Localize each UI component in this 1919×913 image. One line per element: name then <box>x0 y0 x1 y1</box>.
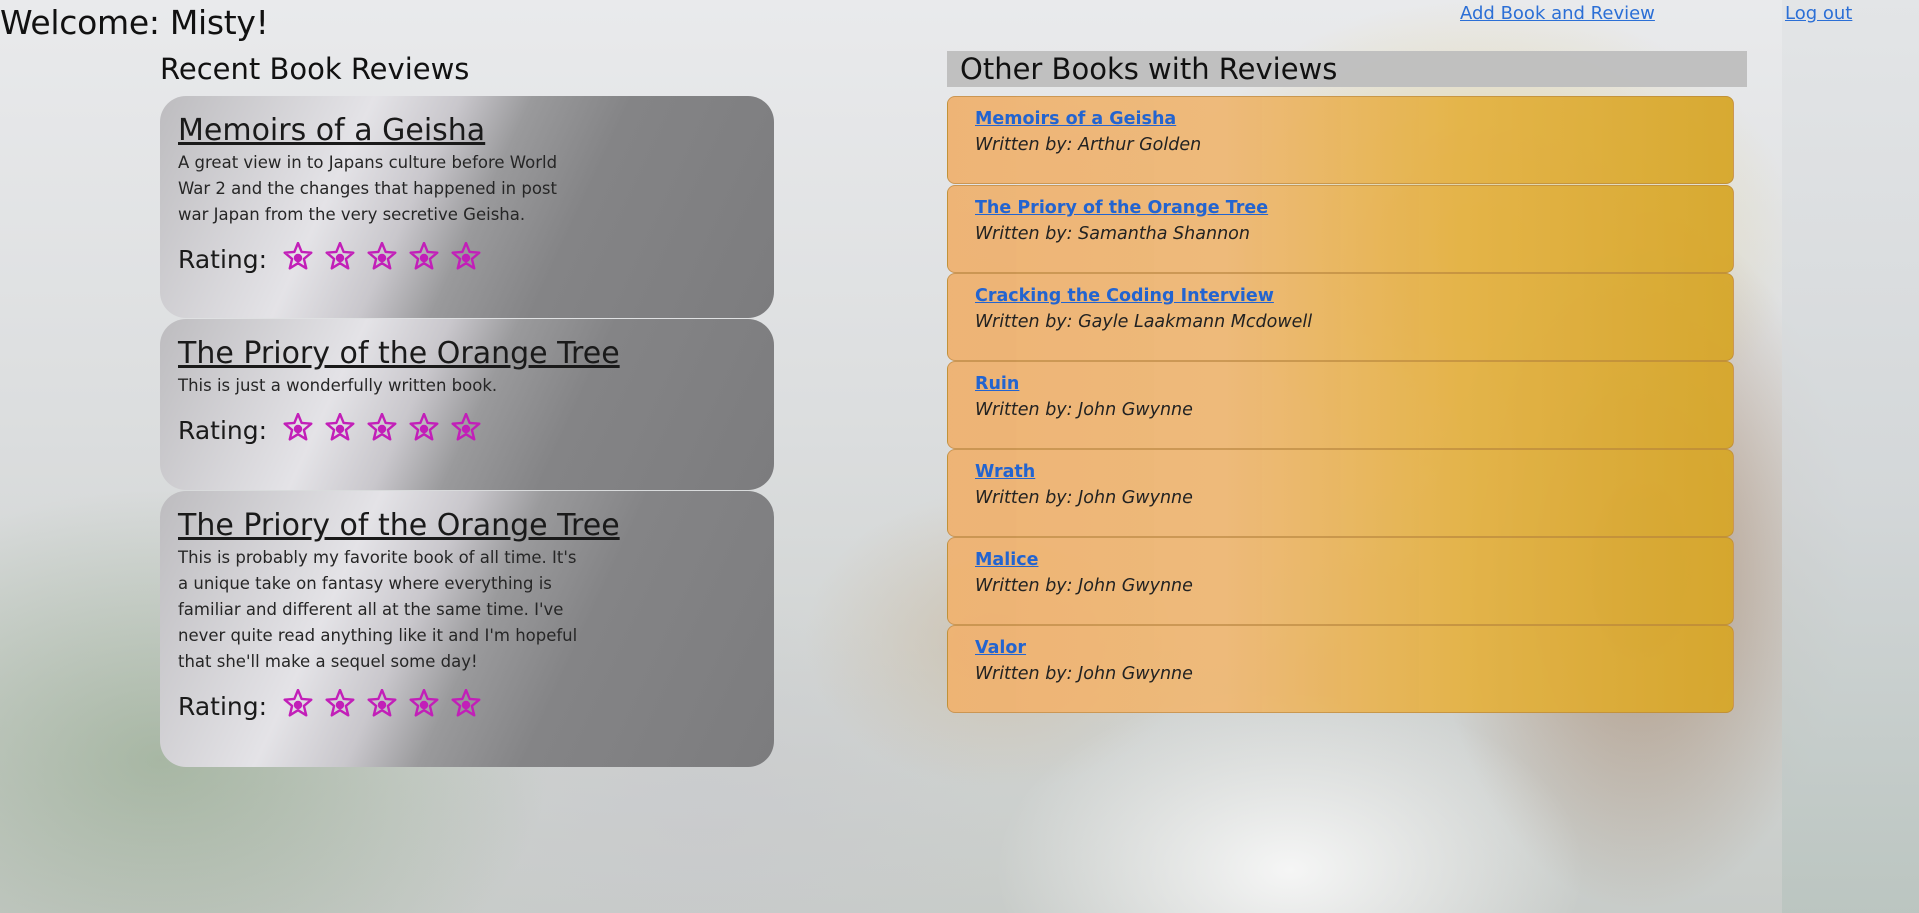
book-list-item: The Priory of the Orange Tree Written by… <box>947 185 1734 273</box>
rating-row: Rating: <box>178 688 756 723</box>
book-title-link[interactable]: Ruin <box>975 372 1733 396</box>
star-icon <box>367 241 397 272</box>
rating-label: Rating: <box>178 415 268 445</box>
welcome-heading: Welcome: Misty! <box>0 3 269 42</box>
star-icon <box>451 412 481 443</box>
other-books-title: Other Books with Reviews <box>960 52 1338 86</box>
review-card: The Priory of the Orange Tree This is ju… <box>160 319 774 490</box>
star-icon <box>325 688 355 719</box>
book-title-link[interactable]: Malice <box>975 548 1733 572</box>
book-title-link[interactable]: Memoirs of a Geisha <box>975 107 1733 131</box>
review-book-title[interactable]: The Priory of the Orange Tree <box>178 509 756 543</box>
background-photo-edge <box>1782 0 1919 913</box>
star-icon <box>283 241 313 272</box>
book-list-item: Wrath Written by: John Gwynne <box>947 449 1734 537</box>
star-icon <box>325 412 355 443</box>
star-icon <box>409 412 439 443</box>
review-card: Memoirs of a Geisha A great view in to J… <box>160 96 774 318</box>
review-book-title[interactable]: Memoirs of a Geisha <box>178 114 756 148</box>
star-icon <box>409 688 439 719</box>
recent-reviews-title: Recent Book Reviews <box>160 52 470 86</box>
star-icon <box>367 412 397 443</box>
book-list-item: Malice Written by: John Gwynne <box>947 537 1734 625</box>
book-author: Written by: John Gwynne <box>975 664 1193 684</box>
book-author: Written by: Gayle Laakmann Mcdowell <box>975 312 1313 332</box>
rating-row: Rating: <box>178 412 756 447</box>
book-list-item: Memoirs of a Geisha Written by: Arthur G… <box>947 96 1734 184</box>
rating-stars <box>283 412 493 447</box>
rating-row: Rating: <box>178 241 756 276</box>
star-icon <box>451 241 481 272</box>
star-icon <box>367 688 397 719</box>
book-list-item: Valor Written by: John Gwynne <box>947 625 1734 713</box>
book-author: Written by: John Gwynne <box>975 576 1193 596</box>
star-icon <box>283 688 313 719</box>
book-title-link[interactable]: The Priory of the Orange Tree <box>975 196 1733 220</box>
rating-label: Rating: <box>178 691 268 721</box>
star-icon <box>451 688 481 719</box>
review-card: The Priory of the Orange Tree This is pr… <box>160 491 774 767</box>
review-book-title[interactable]: The Priory of the Orange Tree <box>178 337 756 371</box>
star-icon <box>283 412 313 443</box>
rating-label: Rating: <box>178 244 268 274</box>
rating-stars <box>283 688 493 723</box>
star-icon <box>409 241 439 272</box>
book-author: Written by: John Gwynne <box>975 400 1193 420</box>
review-text: This is just a wonderfully written book. <box>178 376 498 395</box>
book-author: Written by: Samantha Shannon <box>975 224 1250 244</box>
book-title-link[interactable]: Wrath <box>975 460 1733 484</box>
book-title-link[interactable]: Valor <box>975 636 1733 660</box>
logout-link[interactable]: Log out <box>1785 3 1852 24</box>
review-text: A great view in to Japans culture before… <box>178 153 558 224</box>
add-book-review-link[interactable]: Add Book and Review <box>1460 3 1655 24</box>
star-icon <box>325 241 355 272</box>
book-title-link[interactable]: Cracking the Coding Interview <box>975 284 1733 308</box>
book-list-item: Cracking the Coding Interview Written by… <box>947 273 1734 361</box>
book-author: Written by: John Gwynne <box>975 488 1193 508</box>
book-list-item: Ruin Written by: John Gwynne <box>947 361 1734 449</box>
review-text: This is probably my favorite book of all… <box>178 548 578 671</box>
rating-stars <box>283 241 493 276</box>
book-author: Written by: Arthur Golden <box>975 135 1202 155</box>
